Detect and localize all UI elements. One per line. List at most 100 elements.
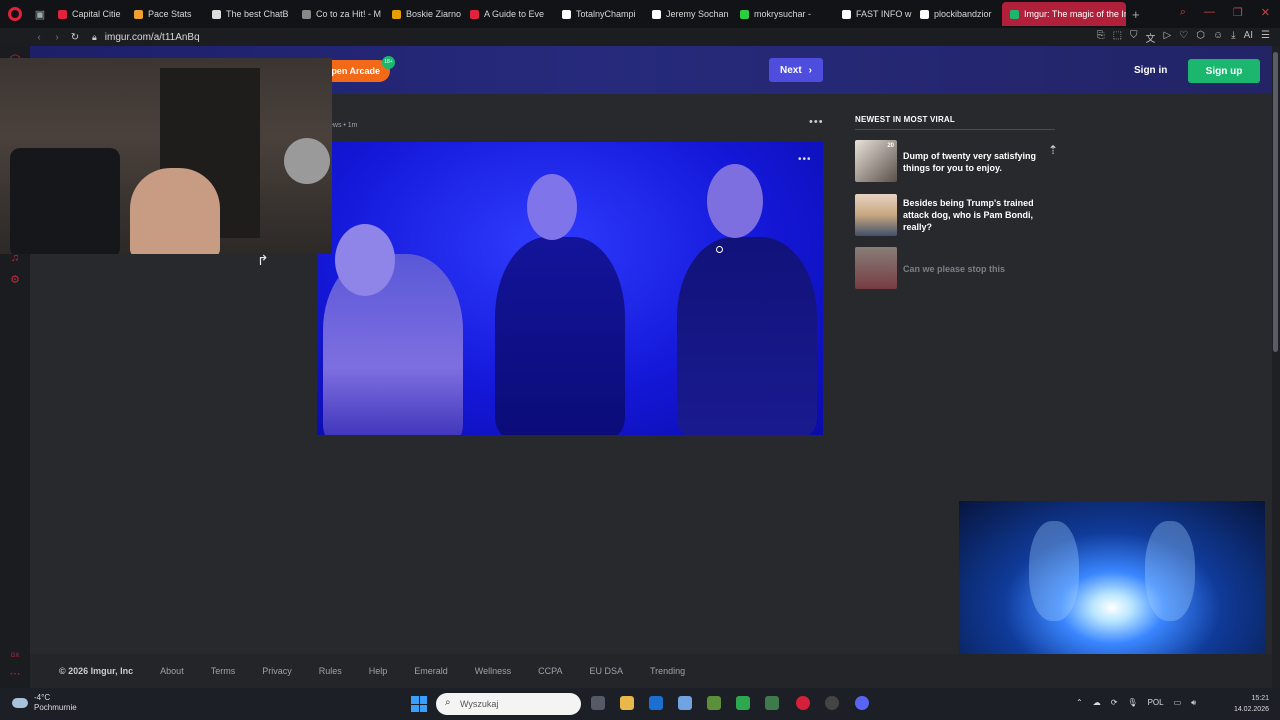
spotify-leaf-icon[interactable] bbox=[736, 696, 750, 710]
browser-tab[interactable]: mokrysuchar - bbox=[732, 2, 834, 26]
browser-tab[interactable]: FAST INFO w sc bbox=[834, 2, 912, 26]
snapshot-icon[interactable]: ⬚ bbox=[1113, 30, 1122, 45]
tab-label: mokrysuchar - bbox=[754, 9, 812, 19]
post-options-button[interactable]: ••• bbox=[809, 116, 824, 128]
sign-in-link[interactable]: Sign in bbox=[1134, 65, 1167, 76]
footer-link-eu-dsa[interactable]: EU DSA bbox=[589, 666, 623, 676]
language-indicator[interactable]: POL bbox=[1148, 698, 1164, 708]
browser-tab[interactable]: plockibandzior bbox=[912, 2, 1002, 26]
tray-app-icon[interactable]: ☁ bbox=[1093, 698, 1101, 708]
sidebar-settings-icon[interactable]: ⚙ bbox=[9, 274, 21, 286]
footer-link-wellness[interactable]: Wellness bbox=[475, 666, 511, 676]
display-icon[interactable]: ▭ bbox=[1174, 698, 1182, 708]
browser-tab[interactable]: Jeremy Sochan bbox=[644, 2, 732, 26]
tab-strip: Capital Citie Pace Stats The best ChatB Co … bbox=[50, 0, 1126, 28]
browser-tab[interactable]: A Guide to Eve bbox=[462, 2, 554, 26]
extensions-icon[interactable]: ⬡ bbox=[1196, 30, 1205, 45]
footer-link-trending[interactable]: Trending bbox=[650, 666, 685, 676]
photos-icon[interactable] bbox=[678, 696, 692, 710]
volume-icon[interactable]: 🔊︎ bbox=[1191, 698, 1196, 708]
viral-item[interactable]: 20 Dump of twenty very satisfying things… bbox=[855, 140, 1055, 184]
tab-favicon-icon bbox=[212, 9, 221, 19]
browser-tab[interactable]: Capital Citie bbox=[50, 2, 126, 26]
tab-overview-icon[interactable]: ▣ bbox=[30, 0, 50, 28]
translate-icon[interactable]: 文 bbox=[1146, 30, 1156, 45]
shield-icon[interactable]: ⛉ bbox=[1130, 30, 1138, 45]
footer-link-ccpa[interactable]: CCPA bbox=[538, 666, 562, 676]
browser-tab[interactable]: Imgur: The magic of the In bbox=[1002, 2, 1126, 26]
sign-up-button[interactable]: Sign up bbox=[1188, 59, 1260, 83]
media-options-button[interactable]: ••• bbox=[798, 154, 812, 165]
viral-item[interactable]: Besides being Trump's trained attack dog… bbox=[855, 194, 1055, 238]
discord-icon[interactable] bbox=[855, 696, 869, 710]
scrollbar-thumb[interactable] bbox=[1273, 52, 1278, 352]
search-tabs-icon[interactable]: ⌕ bbox=[1180, 6, 1186, 19]
tab-label: Capital Citie bbox=[72, 9, 121, 19]
mail-icon[interactable] bbox=[649, 696, 663, 710]
chevron-right-icon: › bbox=[808, 64, 813, 76]
post-video[interactable] bbox=[317, 142, 823, 435]
forward-button[interactable]: › bbox=[48, 32, 66, 43]
webcam-fan bbox=[284, 138, 330, 184]
footer-link-about[interactable]: About bbox=[160, 666, 184, 676]
address-bar: ‹ › ↻ 🔒︎ imgur.com/a/t11AnBq ⎘ ⬚ ⛉ 文 ▷ ♡… bbox=[0, 28, 1280, 46]
lock-icon[interactable]: 🔒︎ bbox=[92, 32, 97, 43]
opera-gx-icon[interactable] bbox=[825, 696, 839, 710]
tray-sync-icon[interactable]: ⟳ bbox=[1111, 698, 1118, 708]
footer-link-privacy[interactable]: Privacy bbox=[262, 666, 292, 676]
figure-center bbox=[495, 237, 625, 435]
footer-link-terms[interactable]: Terms bbox=[211, 666, 236, 676]
sidebar-gx-icon[interactable]: GX bbox=[9, 650, 21, 662]
play-icon[interactable]: ▷ bbox=[1164, 30, 1172, 45]
browser-tab[interactable]: TotalnyChampi bbox=[554, 2, 644, 26]
task-view-icon[interactable] bbox=[591, 696, 605, 710]
heart-icon[interactable]: ♡ bbox=[1179, 30, 1188, 45]
menu-icon[interactable]: ☰ bbox=[1261, 30, 1270, 45]
file-explorer-icon[interactable] bbox=[620, 696, 634, 710]
windows-start-icon[interactable] bbox=[411, 696, 427, 712]
video-overlay[interactable] bbox=[959, 501, 1265, 673]
post-meta: ews • 1m bbox=[329, 122, 358, 129]
viral-item[interactable]: Can we please stop this bbox=[855, 247, 1055, 291]
webcam-chair bbox=[10, 148, 120, 254]
tab-favicon-icon bbox=[470, 9, 479, 19]
chevron-up-icon[interactable]: ⌃ bbox=[1076, 698, 1083, 708]
clock[interactable]: 15:21 14.02.2026 bbox=[1225, 693, 1269, 715]
minecraft-icon[interactable] bbox=[707, 696, 721, 710]
back-button[interactable]: ‹ bbox=[30, 32, 48, 43]
tab-favicon-icon bbox=[58, 9, 67, 19]
game-icon[interactable] bbox=[765, 696, 779, 710]
video-figure-left bbox=[1029, 521, 1079, 621]
browser-tab[interactable]: Pace Stats bbox=[126, 2, 204, 26]
scroll-up-icon[interactable]: ⇡ bbox=[1048, 143, 1058, 157]
browser-tab-bar: ▣ Capital Citie Pace Stats The best ChatB C… bbox=[0, 0, 1280, 28]
browser-tab[interactable]: Co to za Hit! - M bbox=[294, 2, 384, 26]
new-tab-button[interactable]: + bbox=[1132, 7, 1140, 22]
sidebar-more-icon[interactable]: ⋯ bbox=[9, 668, 21, 680]
bookmark-icon[interactable]: ⎘ bbox=[1097, 30, 1105, 45]
minimize-button[interactable]: — bbox=[1204, 6, 1215, 19]
tab-label: Co to za Hit! - M bbox=[316, 9, 382, 19]
taskbar-search[interactable]: ⌕ Wyszukaj bbox=[436, 693, 581, 715]
microphone-icon[interactable]: 🎙︎ bbox=[1127, 698, 1137, 708]
viral-item-title: Dump of twenty very satisfying things fo… bbox=[903, 151, 1037, 173]
search-placeholder: Wyszukaj bbox=[460, 699, 499, 709]
tab-favicon-icon bbox=[740, 9, 749, 19]
reload-icon[interactable]: ↻ bbox=[66, 32, 84, 43]
open-arcade-label: Open Arcade bbox=[324, 66, 380, 76]
ai-icon[interactable]: AI bbox=[1244, 30, 1253, 45]
opera-logo-icon[interactable] bbox=[0, 0, 30, 28]
weather-widget[interactable]: -4°C Pochmurnie bbox=[12, 693, 77, 713]
next-post-button[interactable]: Next › bbox=[769, 58, 823, 82]
download-icon[interactable]: ⤓ bbox=[1231, 30, 1235, 45]
profile-icon[interactable]: ☺ bbox=[1213, 30, 1223, 45]
close-window-button[interactable]: ✕ bbox=[1261, 6, 1270, 19]
browser-tab[interactable]: The best ChatB bbox=[204, 2, 294, 26]
footer-link-emerald[interactable]: Emerald bbox=[414, 666, 448, 676]
browser-tab[interactable]: Boskie Ziarno bbox=[384, 2, 462, 26]
footer-link-rules[interactable]: Rules bbox=[319, 666, 342, 676]
url-field[interactable]: imgur.com/a/t11AnBq bbox=[105, 32, 200, 43]
maximize-button[interactable]: ❐ bbox=[1233, 6, 1243, 19]
opera-icon[interactable] bbox=[796, 696, 810, 710]
footer-link-help[interactable]: Help bbox=[369, 666, 388, 676]
